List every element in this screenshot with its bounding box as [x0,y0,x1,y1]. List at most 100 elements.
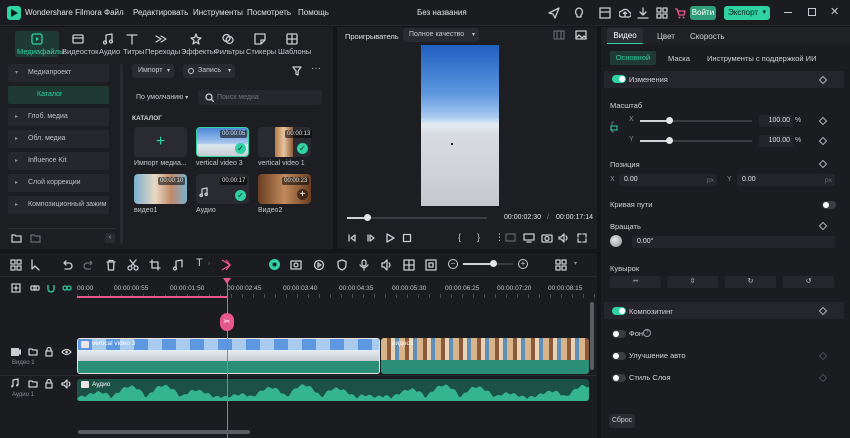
tab-templates[interactable]: Шаблоны [278,47,311,56]
rotate-left-button[interactable]: ↺ [783,276,834,288]
reset-button[interactable]: Сброс [609,414,635,428]
download-icon[interactable] [637,7,649,19]
lock-icon[interactable] [44,379,54,389]
audio-adjust-icon[interactable] [172,259,184,271]
scale-y-input[interactable]: 100.00 [759,135,793,147]
tab-stock-video[interactable]: Видеосток [62,47,98,56]
mosaic-icon[interactable] [403,259,415,271]
tab-effects[interactable]: Эффекты [181,47,215,56]
render-preview-icon[interactable] [505,233,517,243]
import-media-tile[interactable]: + [134,127,187,157]
scale-x-slider-handle[interactable] [666,117,673,124]
voiceover-icon[interactable] [381,259,393,271]
position-x-input[interactable]: 0.00 [619,174,717,186]
snapshot-frame-icon[interactable] [425,259,437,271]
speed-dropdown-icon[interactable]: › [208,261,210,267]
grid-view-icon[interactable] [553,30,565,40]
rotate-dial[interactable] [610,235,622,247]
previous-frame-icon[interactable] [347,233,357,243]
menu-view[interactable]: Посмотреть [247,8,291,17]
track-layout-icon[interactable] [555,259,567,271]
tab-stickers[interactable]: Стикеры [246,47,276,56]
render-icon[interactable] [313,259,325,271]
motion-path-toggle[interactable] [822,201,836,209]
export-button[interactable]: Экспорт ▾ [724,6,770,20]
help-icon[interactable]: ? [643,329,651,337]
transform-toggle[interactable] [612,75,626,83]
stop-icon[interactable] [402,233,412,243]
folder-icon[interactable] [28,347,38,357]
sidebar-item-compound-clip[interactable]: ▸ Композиционный зажим [8,196,109,214]
auto-enhance-toggle[interactable] [612,352,626,360]
send-icon[interactable] [548,7,560,19]
cart-icon[interactable] [674,7,686,19]
sidebar-item-folder[interactable]: Каталог [8,86,109,104]
more-options-icon[interactable]: ··· [311,63,321,74]
chevron-down-icon[interactable]: ▾ [574,260,577,267]
select-tool-icon[interactable] [30,259,42,271]
menu-help[interactable]: Помощь [298,8,329,17]
tab-speed[interactable]: Скорость [690,32,725,41]
sort-dropdown[interactable]: По умолчанию ▾ [132,91,194,105]
sidebar-scrollbar[interactable] [120,64,123,244]
add-track-icon[interactable] [11,283,21,293]
speaker-icon[interactable] [61,379,72,389]
sidebar-item-adjustment-layer[interactable]: ▸ Слой коррекции [8,174,109,192]
cloud-upload-icon[interactable] [619,7,631,19]
audio-clip[interactable] [77,379,589,401]
tab-titles[interactable]: Титры [123,47,144,56]
timeline-h-scrollbar[interactable] [78,430,250,434]
playhead-handle[interactable] [363,214,371,221]
new-folder-icon[interactable] [11,233,22,243]
display-icon[interactable] [523,233,535,243]
mark-in-icon[interactable]: { [458,232,461,242]
eye-icon[interactable] [61,347,72,357]
subtab-ai-tools[interactable]: Инструменты с поддержкой ИИ [707,54,816,63]
close-window-button[interactable]: ✕ [830,5,839,18]
crop-icon[interactable] [149,259,161,271]
filter-icon[interactable] [292,66,304,76]
menu-edit[interactable]: Редактировать [133,8,188,17]
redo-icon[interactable] [83,259,95,271]
tab-color[interactable]: Цвет [657,32,675,41]
add-to-timeline-icon[interactable]: + [297,189,308,200]
sidebar-item-project-media[interactable]: ▾ Медиапроект [8,64,109,82]
tab-filters[interactable]: Фильтры [214,47,245,56]
microphone-icon[interactable] [358,259,370,271]
menu-file[interactable]: Файл [104,8,124,17]
fullscreen-icon[interactable] [577,233,587,243]
layer-style-toggle[interactable] [612,374,626,382]
play-back-icon[interactable] [366,233,376,243]
position-y-input[interactable]: 0.00 [737,174,835,186]
scene-detect-icon[interactable] [290,259,302,271]
apps-icon[interactable] [656,7,668,19]
subtab-basic[interactable]: Основной [610,51,656,65]
import-dropdown[interactable]: Импорт ▾ [132,64,174,78]
minimize-button[interactable] [784,12,792,13]
menu-tools[interactable]: Инструменты [193,8,243,17]
text-tool-icon[interactable]: T [196,257,203,269]
tab-video[interactable]: Видео [607,28,643,44]
collapse-sidebar-button[interactable]: ‹ [105,233,115,243]
volume-icon[interactable] [558,233,570,243]
rotate-input[interactable]: 0.00° [632,236,835,248]
shield-icon[interactable] [336,259,348,271]
speed-icon[interactable] [220,259,232,271]
sidebar-item-influence-kit[interactable]: ▸ Influence Kit [8,152,109,170]
rotate-right-button[interactable]: ↻ [725,276,776,288]
link-icon[interactable] [30,283,40,293]
compositing-toggle[interactable] [612,307,626,315]
folder-icon[interactable] [30,233,41,243]
play-icon[interactable] [385,233,395,243]
lightbulb-icon[interactable] [573,7,585,19]
ai-tools-icon[interactable] [268,258,281,271]
image-snapshot-icon[interactable] [575,30,587,40]
playhead-marker[interactable] [223,278,231,284]
subtab-mask[interactable]: Маска [668,54,690,63]
record-dropdown[interactable]: Запись ▾ [183,64,235,78]
login-button[interactable]: Войти [690,6,716,20]
timeline-v-scrollbar[interactable] [590,302,594,370]
delete-icon[interactable] [105,259,117,271]
more-player-options-icon[interactable]: ⋮ [495,232,504,243]
scale-x-input[interactable]: 100.00 [759,115,793,127]
